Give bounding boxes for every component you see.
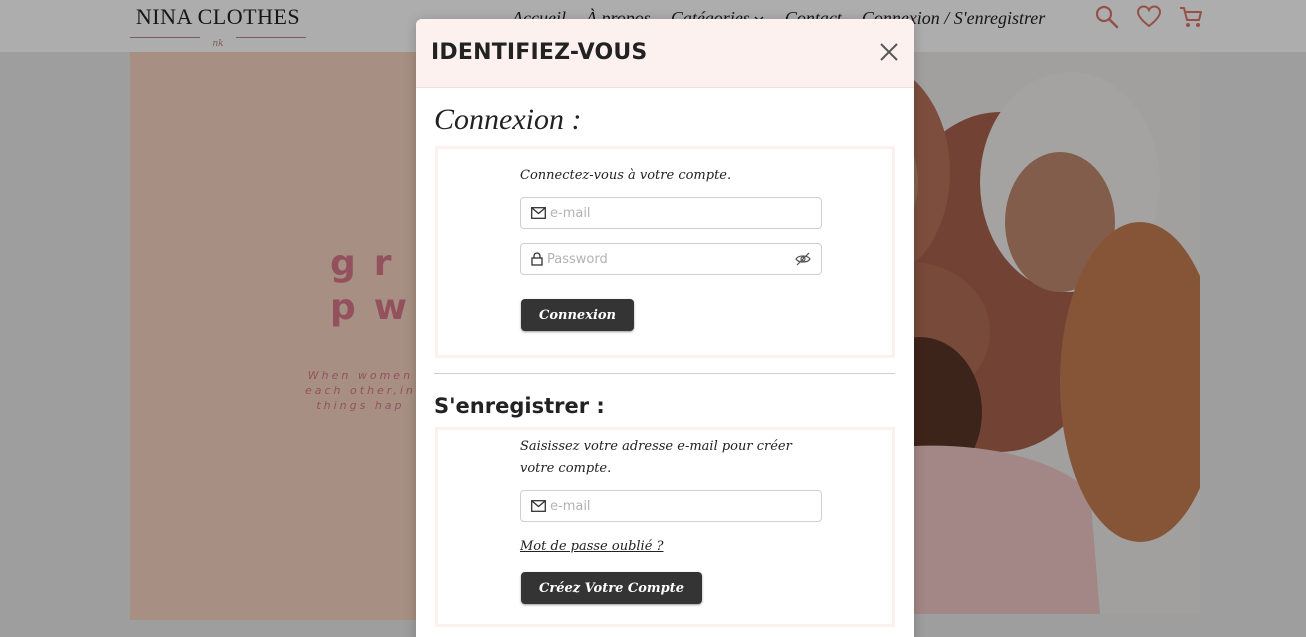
modal-title: IDENTIFIEZ-VOUS — [431, 40, 648, 65]
login-button[interactable]: Connexion — [521, 299, 635, 331]
login-box: Connectez-vous à votre compte. Connexion — [435, 146, 895, 358]
login-password-field[interactable] — [520, 243, 822, 275]
login-heading: Connexion : — [434, 103, 582, 136]
create-account-button[interactable]: Créez Votre Compte — [521, 572, 702, 604]
eye-slash-icon[interactable] — [795, 252, 811, 266]
mail-icon — [531, 500, 546, 512]
register-box: Saisissez votre adresse e-mail pour crée… — [435, 427, 895, 627]
login-intro: Connectez-vous à votre compte. — [520, 168, 732, 183]
register-email-field[interactable] — [520, 490, 822, 522]
login-modal: IDENTIFIEZ-VOUS Connexion : Connectez-vo… — [416, 19, 914, 637]
login-email-input[interactable] — [550, 205, 790, 221]
register-intro: Saisissez votre adresse e-mail pour crée… — [520, 439, 792, 476]
lock-icon — [531, 252, 543, 266]
mail-icon — [531, 207, 546, 219]
modal-header: IDENTIFIEZ-VOUS — [416, 19, 914, 88]
forgot-password-link[interactable]: Mot de passe oublié ? — [520, 539, 664, 554]
close-icon — [880, 43, 898, 61]
register-email-input[interactable] — [550, 498, 790, 514]
section-divider — [434, 373, 895, 374]
login-password-input[interactable] — [547, 251, 787, 267]
close-button[interactable] — [878, 41, 900, 63]
login-email-field[interactable] — [520, 197, 822, 229]
register-heading: S'enregistrer : — [434, 394, 605, 418]
